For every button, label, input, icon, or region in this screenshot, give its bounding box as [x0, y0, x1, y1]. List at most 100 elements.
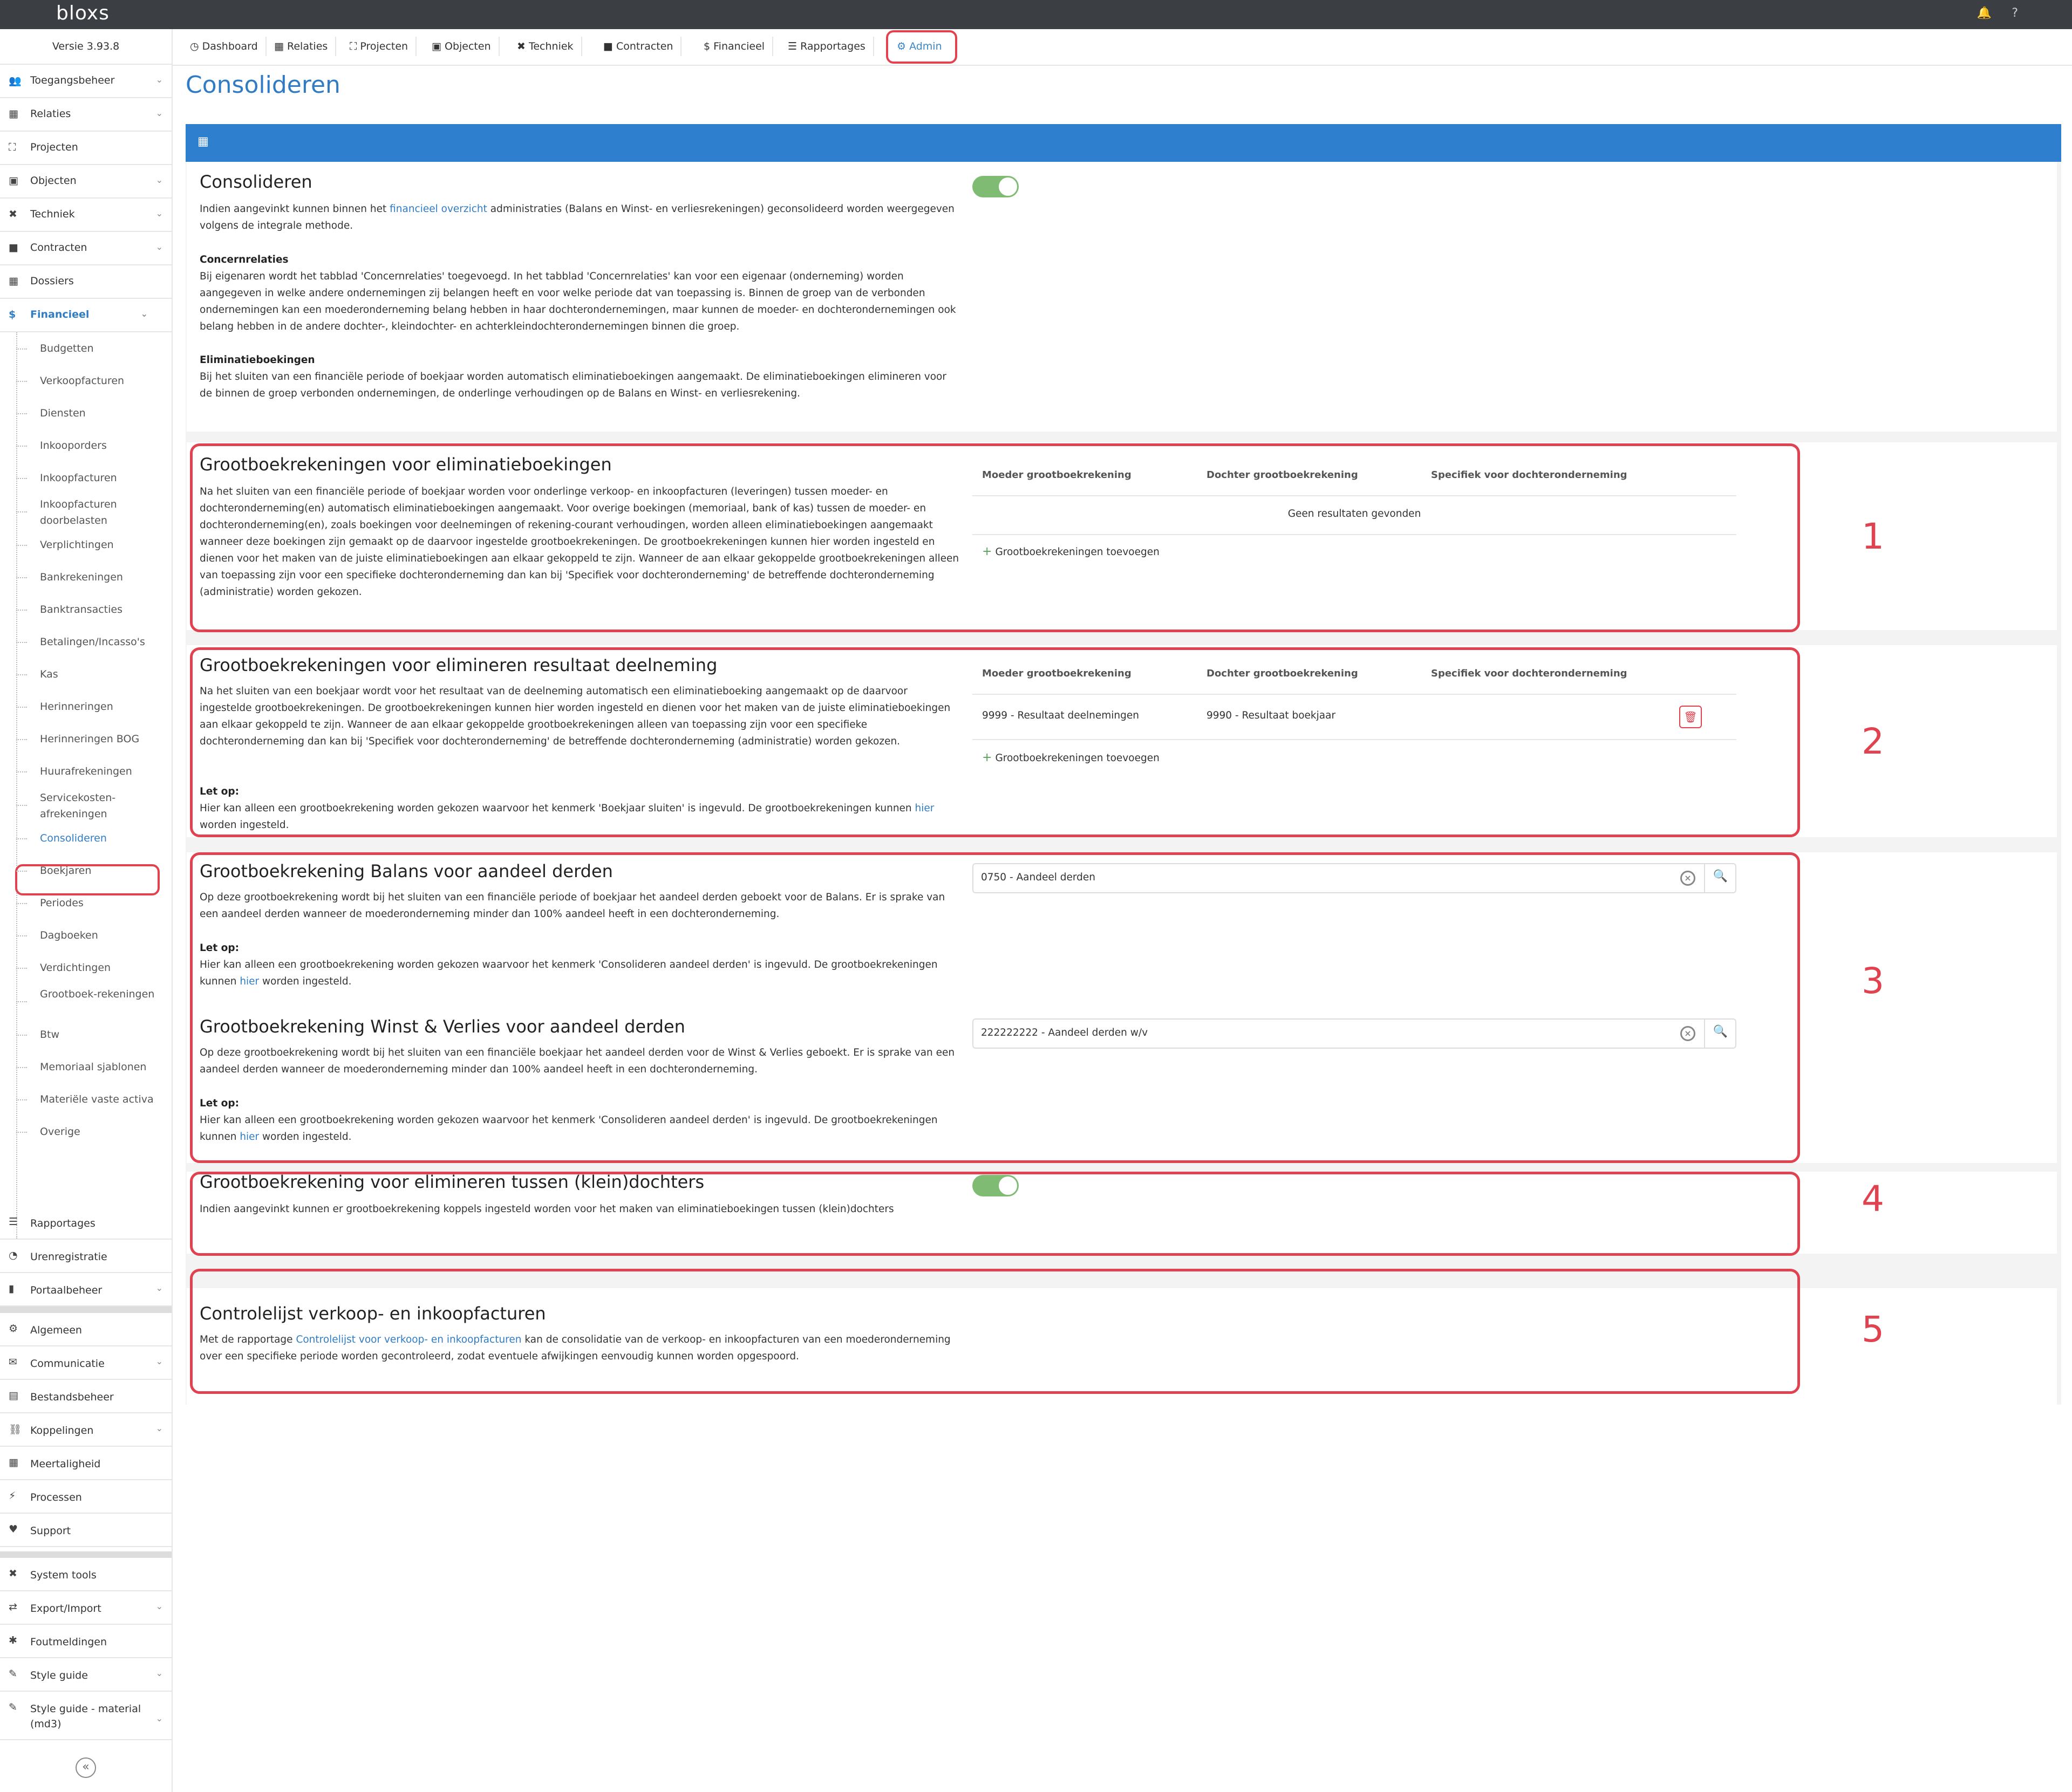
- section-header-bar: ▦: [186, 124, 2061, 162]
- tab-financieel[interactable]: $ Financieel: [696, 37, 774, 56]
- sidebar-item-objecten[interactable]: ▣ Objecten ⌄: [0, 165, 172, 199]
- highlight-box-4: [190, 1172, 1800, 1256]
- sidebar-subitem[interactable]: Consolideren: [0, 822, 172, 854]
- sidebar-subitem[interactable]: Bankrekeningen: [0, 561, 172, 593]
- sidebar-subitem[interactable]: Betalingen/Incasso's: [0, 626, 172, 658]
- help-icon[interactable]: ?: [2012, 6, 2018, 20]
- main-tabs: ◷ Dashboard ▦ Relaties ⛶ Projecten ▣ Obj…: [173, 29, 2072, 66]
- sidebar-subitem[interactable]: Diensten: [0, 397, 172, 429]
- sidebar-subitem[interactable]: Inkooporders: [0, 429, 172, 462]
- sidebar-item[interactable]: ✉ Communicatie ⌄: [0, 1346, 172, 1380]
- sidebar-item[interactable]: ⛓ Koppelingen ⌄: [0, 1413, 172, 1447]
- sidebar-subitem[interactable]: Budgetten: [0, 332, 172, 365]
- sidebar-item[interactable]: ✱ Foutmeldingen: [0, 1625, 172, 1658]
- sidebar-subitem[interactable]: Overige: [0, 1116, 172, 1148]
- highlight-box-5: [190, 1269, 1800, 1394]
- sidebar-subitem[interactable]: Boekjaren: [0, 854, 172, 887]
- sidebar-subitem[interactable]: Memoriaal sjablonen: [0, 1051, 172, 1083]
- bell-icon[interactable]: 🔔: [1977, 6, 1992, 20]
- tab-contracten[interactable]: ■ Contracten: [596, 37, 682, 56]
- sidebar-subitem[interactable]: Materiële vaste activa: [0, 1083, 172, 1116]
- sidebar-item-label: Portaalbeheer: [30, 1284, 103, 1296]
- sidebar-item-dossiers[interactable]: ▦ Dossiers: [0, 265, 172, 299]
- bloxs-logo[interactable]: bloxs: [56, 2, 110, 24]
- sidebar-subitem[interactable]: Inkoopfacturen doorbelasten: [0, 494, 172, 529]
- sidebar-item-projecten[interactable]: ⛶ Projecten: [0, 132, 172, 165]
- sidebar-subitem-label: Inkoopfacturen: [40, 472, 117, 484]
- image-icon: ▣: [9, 175, 18, 187]
- sidebar-item-relaties[interactable]: ▦ Relaties ⌄: [0, 98, 172, 132]
- sidebar-subitem-label: Overige: [40, 1126, 80, 1138]
- sidebar-subitem-label: Boekjaren: [40, 865, 92, 877]
- sidebar-item-label: Meertaligheid: [30, 1458, 101, 1470]
- tab-rapportages[interactable]: ☰ Rapportages: [780, 37, 874, 56]
- annotation-number-5: 5: [1862, 1309, 1884, 1350]
- sidebar-subitem[interactable]: Inkoopfacturen: [0, 462, 172, 494]
- sidebar-item-label: Koppelingen: [30, 1425, 94, 1437]
- gear-icon: ⚙: [9, 1323, 18, 1335]
- tab-relaties[interactable]: ▦ Relaties: [267, 37, 337, 56]
- sidebar-item[interactable]: ⚡ Processen: [0, 1480, 172, 1514]
- tab-objecten[interactable]: ▣ Objecten: [424, 37, 500, 56]
- sidebar-subitem[interactable]: Periodes: [0, 887, 172, 919]
- sidebar-subitem[interactable]: Huurafrekeningen: [0, 755, 172, 788]
- language-icon: ▦: [9, 1456, 18, 1468]
- sidebar-item[interactable]: ☰ Rapportages: [0, 1206, 172, 1240]
- sidebar-subitem[interactable]: Herinneringen BOG: [0, 723, 172, 755]
- sidebar-subitem[interactable]: Grootboek-rekeningen: [0, 984, 172, 1018]
- chevron-down-icon: ⌄: [140, 309, 148, 319]
- chevron-down-icon: ⌄: [155, 1713, 163, 1723]
- clock-icon: ◔: [9, 1249, 18, 1261]
- sidebar-subitem[interactable]: Verdichtingen: [0, 952, 172, 984]
- sidebar-subitem[interactable]: Herinneringen: [0, 690, 172, 723]
- sidebar-subitem[interactable]: Dagboeken: [0, 919, 172, 952]
- sidebar-item[interactable]: ▮ Portaalbeheer ⌄: [0, 1273, 172, 1307]
- brush-icon: ✎: [9, 1701, 17, 1713]
- tab-projecten[interactable]: ⛶ Projecten: [342, 37, 417, 56]
- sidebar-subitem[interactable]: Servicekosten-afrekeningen: [0, 788, 172, 822]
- consolideren-toggle[interactable]: [972, 176, 1019, 197]
- collapse-sidebar-icon[interactable]: «: [76, 1757, 96, 1778]
- tools-icon: ✖: [517, 40, 529, 52]
- tab-dashboard[interactable]: ◷ Dashboard: [182, 37, 267, 56]
- sidebar-item[interactable]: ▤ Bestandsbeheer: [0, 1380, 172, 1413]
- tree-connector: [16, 1035, 27, 1036]
- sidebar-item[interactable]: ⚙ Algemeen: [0, 1313, 172, 1346]
- sidebar-item-label: Export/Import: [30, 1603, 101, 1615]
- concernrelaties-block: Concernrelaties Bij eigenaren wordt het …: [200, 251, 960, 335]
- eliminatieboekingen-heading: Eliminatieboekingen: [200, 354, 315, 366]
- tree-connector: [16, 577, 27, 578]
- image-icon: ▣: [432, 40, 445, 52]
- tab-techniek[interactable]: ✖ Techniek: [509, 37, 582, 56]
- sidebar-subitem[interactable]: Verplichtingen: [0, 529, 172, 561]
- tree-connector: [16, 1099, 27, 1100]
- tree-connector: [16, 511, 27, 512]
- sidebar-divider: [0, 1307, 172, 1313]
- sidebar-item[interactable]: ✖ System tools: [0, 1558, 172, 1591]
- sidebar-item-financieel[interactable]: $ Financieel ⌄: [0, 299, 172, 332]
- sidebar-item-label: Communicatie: [30, 1358, 105, 1370]
- consolideren-heading: Consolideren: [200, 172, 312, 192]
- expand-icon: ⛶: [9, 141, 16, 153]
- sidebar-subitem[interactable]: Verkoopfacturen: [0, 365, 172, 397]
- financieel-overzicht-link[interactable]: financieel overzicht: [390, 203, 487, 215]
- tree-connector: [16, 968, 27, 969]
- sidebar-item[interactable]: ⇄ Export/Import ⌄: [0, 1591, 172, 1625]
- chevron-down-icon: ⌄: [155, 1283, 163, 1293]
- consolideren-description: Indien aangevinkt kunnen binnen het fina…: [200, 203, 955, 231]
- tree-connector: [16, 642, 27, 643]
- sidebar-item[interactable]: ▦ Meertaligheid: [0, 1447, 172, 1480]
- sidebar-item-contracten[interactable]: ■ Contracten ⌄: [0, 232, 172, 265]
- sidebar-item[interactable]: ✎ Style guide ⌄: [0, 1658, 172, 1692]
- list-icon: ☰: [788, 40, 801, 52]
- sidebar-item-label: Bestandsbeheer: [30, 1391, 114, 1403]
- sidebar-item[interactable]: ✎ Style guide - material (md3) ⌄: [0, 1692, 172, 1740]
- sidebar-item[interactable]: ◔ Urenregistratie: [0, 1240, 172, 1273]
- sidebar-subitem[interactable]: Btw: [0, 1018, 172, 1051]
- sidebar-subitem[interactable]: Banktransacties: [0, 593, 172, 626]
- sidebar-subitem[interactable]: Kas: [0, 658, 172, 690]
- sidebar-item[interactable]: ♥ Support: [0, 1514, 172, 1547]
- sidebar-item-techniek[interactable]: ✖ Techniek ⌄: [0, 199, 172, 232]
- bolt-icon: ⚡: [9, 1490, 16, 1502]
- sidebar-item-toegangsbeheer[interactable]: 👥 Toegangsbeheer ⌄: [0, 65, 172, 98]
